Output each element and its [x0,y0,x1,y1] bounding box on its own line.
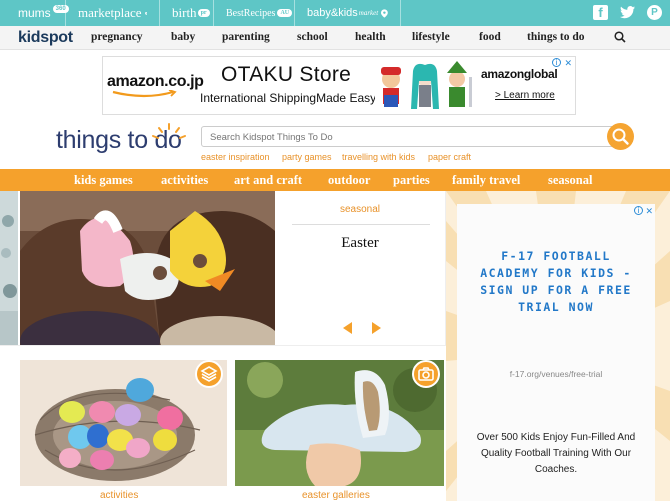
search-icon [612,128,629,145]
ad-close-icon[interactable]: ✕ [564,58,572,69]
section-separator [0,345,446,359]
ad-headline: OTAKU Store [221,63,352,86]
category-kids-games[interactable]: kids games [74,173,133,188]
ad-info-icon[interactable]: i [634,206,643,215]
nav-item-school[interactable]: school [297,31,328,43]
network-link-mums[interactable]: mums 360 [0,0,69,26]
network-link-marketplace[interactable]: marketplace [66,0,160,26]
sidebar-ad-body: Over 500 Kids Enjoy Fun-Filled And Quali… [476,432,636,475]
quick-link[interactable]: party games [282,152,332,162]
search-icon[interactable] [614,31,626,43]
network-bar: mums 360 marketplace birth pr BestRecipes A… [0,0,670,26]
network-link-suffix: market [358,9,379,17]
feature-slide-image[interactable] [20,191,275,345]
network-link-label: marketplace [78,5,142,20]
sidebar-ad-headline: F-17 FOOTBALL ACADEMY FOR KIDS - SIGN UP… [480,249,632,314]
network-link-label: mums [18,6,51,20]
nav-item-things-to-do[interactable]: things to do [527,31,585,43]
feature-card[interactable]: seasonal Easter [276,191,446,345]
things-search-button[interactable] [607,123,634,150]
network-link-babyandkids[interactable]: baby&kids market [295,0,401,26]
nav-item-lifestyle[interactable]: lifestyle [412,31,450,43]
kids-with-masks-photo [20,191,275,345]
slide-prev-arrow-icon[interactable] [343,322,352,334]
ad-close-icon[interactable]: ✕ [645,206,653,217]
tile-caption-easter-galleries[interactable]: easter galleries [302,490,370,501]
category-seasonal[interactable]: seasonal [548,173,592,188]
nav-item-pregnancy[interactable]: pregnancy [91,31,143,43]
facebook-icon[interactable]: f [593,5,608,20]
previous-slide-thumbnail[interactable] [0,191,18,345]
network-link-badge: pr [197,9,210,17]
feature-title[interactable]: Easter [276,235,444,252]
sidebar-ad[interactable]: i ✕ F-17 FOOTBALL ACADEMY FOR KIDS - SIG… [457,204,655,501]
category-art-and-craft[interactable]: art and craft [234,173,302,188]
camera-icon [412,360,440,388]
network-link-badge: AU [277,9,293,17]
layers-icon [195,360,223,388]
network-link-bestrecipes[interactable]: BestRecipes AU [214,0,295,26]
top-ad-banner[interactable]: amazon.co.jp OTAKU Store International S… [102,56,576,115]
ad-brand-global: amazonglobal [481,67,558,81]
quick-link[interactable]: travelling with kids [342,152,415,162]
map-pin-icon [381,8,388,18]
nav-item-health[interactable]: health [355,31,386,43]
category-outdoor[interactable]: outdoor [328,173,370,188]
network-link-label: baby&kids [307,7,358,19]
page: mums 360 marketplace birth pr BestRecipes A… [0,0,670,501]
sidebar-ad-url[interactable]: f-17.org/venues/free-trial [457,369,655,379]
twitter-icon[interactable] [620,5,635,20]
category-family-travel[interactable]: family travel [452,173,520,188]
social-links: f P [593,5,662,20]
kidspot-logo[interactable]: kidspot [18,29,73,47]
network-link-birth[interactable]: birth pr [160,0,214,26]
main-nav: kidspot pregnancy baby parenting school … [0,26,670,50]
ad-subline: International ShippingMade Easy [200,91,377,105]
ad-characters-illustration [375,59,479,114]
nav-item-parenting[interactable]: parenting [222,31,270,43]
feature-divider [292,224,430,225]
ad-info-icon[interactable]: i [552,58,561,67]
quick-link[interactable]: easter inspiration [201,152,270,162]
slide-next-arrow-icon[interactable] [372,322,381,334]
things-search-field[interactable] [201,126,613,147]
map-pin-icon [144,11,147,15]
pinterest-icon[interactable]: P [647,5,662,20]
sun-rays-icon [152,123,186,139]
category-bar: kids games activities art and craft outd… [0,169,670,191]
tile-caption-activities[interactable]: activities [100,490,138,501]
ad-learn-more-link[interactable]: > Learn more [495,90,555,101]
logo-text: kidspot [18,28,73,46]
tile-easter-galleries[interactable] [235,360,444,486]
amazon-smile-icon [112,90,177,98]
ad-brand: amazon.co.jp [107,73,204,90]
nav-item-baby[interactable]: baby [171,31,195,43]
thumbnail-image [0,191,18,345]
network-link-label: birth [172,5,197,20]
tile-activities[interactable] [20,360,227,486]
quick-link[interactable]: paper craft [428,152,471,162]
network-link-label: BestRecipes [226,7,276,19]
category-parties[interactable]: parties [393,173,430,188]
network-link-badge: 360 [52,5,69,13]
feature-tag[interactable]: seasonal [276,204,444,215]
category-activities[interactable]: activities [161,173,208,188]
things-search-input[interactable] [202,128,612,147]
nav-item-food[interactable]: food [479,31,501,43]
